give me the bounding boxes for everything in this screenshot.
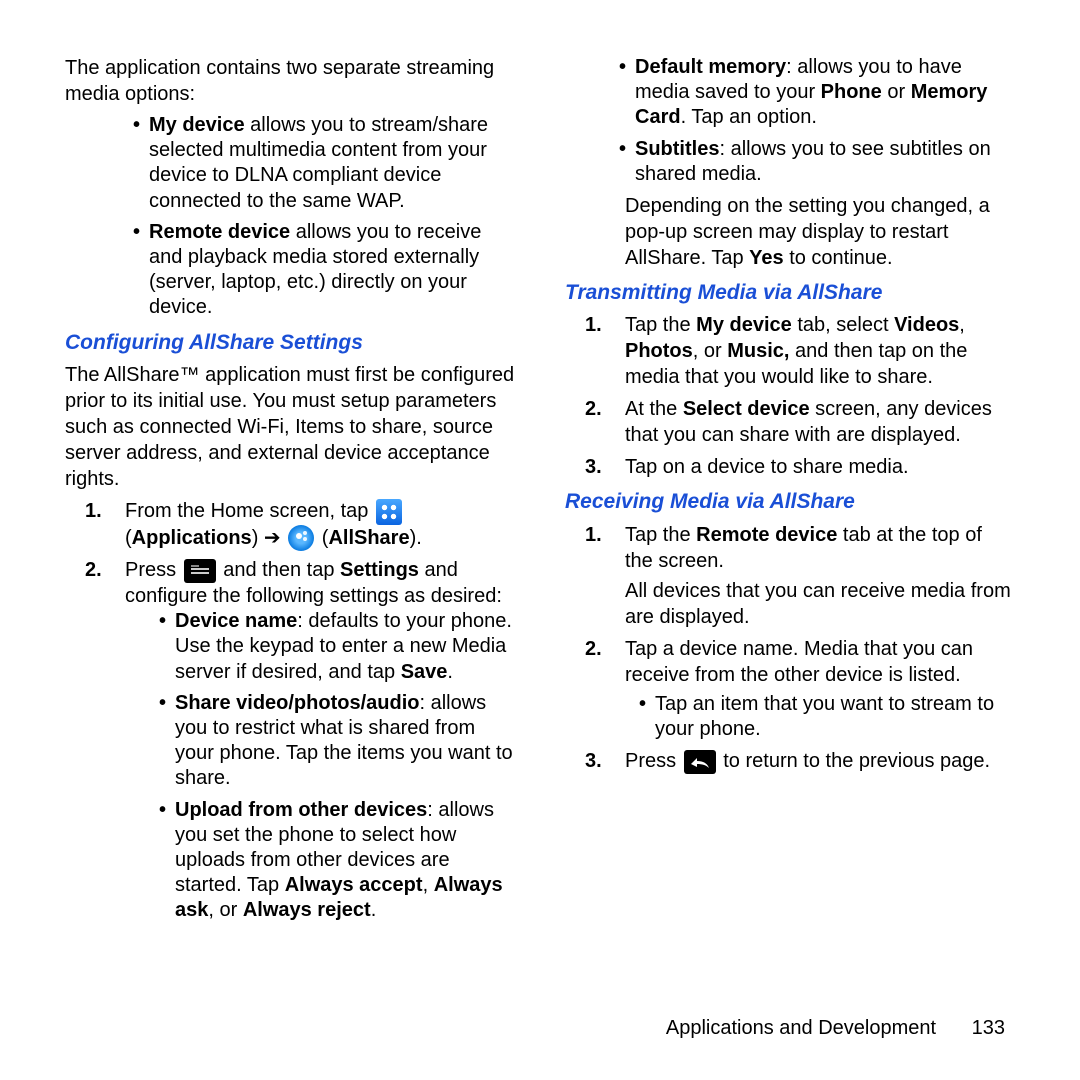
list-item: Device name: defaults to your phone. Use… — [161, 609, 515, 685]
settings-list-cont: Default memory: allows you to have media… — [565, 55, 1015, 187]
step-3: 3.Press to return to the previous page. — [585, 748, 1015, 774]
streaming-options-list: My device allows you to stream/share sel… — [65, 113, 515, 321]
applications-icon — [376, 499, 402, 525]
step-3: 3.Tap on a device to share media. — [585, 454, 1015, 480]
receiving-steps: 1.Tap the Remote device tab at the top o… — [565, 522, 1015, 774]
list-item: Tap an item that you want to stream to y… — [641, 692, 1015, 742]
left-column: The application contains two separate st… — [65, 55, 515, 929]
list-item: Subtitles: allows you to see subtitles o… — [621, 137, 1015, 187]
list-item: Share video/photos/audio: allows you to … — [161, 691, 515, 792]
list-item: Remote device allows you to receive and … — [135, 220, 515, 321]
step-1-note: All devices that you can receive media f… — [625, 578, 1015, 630]
menu-icon — [184, 559, 216, 583]
page-number: 133 — [972, 1017, 1005, 1039]
step-1: 1.Tap the My device tab, select Videos, … — [585, 312, 1015, 390]
step-1: 1. From the Home screen, tap (Applicatio… — [85, 498, 515, 551]
back-icon — [684, 750, 716, 774]
list-item: Default memory: allows you to have media… — [621, 55, 1015, 131]
restart-note: Depending on the setting you changed, a … — [565, 193, 1015, 271]
right-column: Default memory: allows you to have media… — [565, 55, 1015, 929]
sub-list: Tap an item that you want to stream to y… — [625, 692, 1015, 742]
config-steps: 1. From the Home screen, tap (Applicatio… — [65, 498, 515, 924]
list-item: Upload from other devices: allows you se… — [161, 798, 515, 924]
step-2: 2.Tap a device name. Media that you can … — [585, 636, 1015, 742]
heading-receiving: Receiving Media via AllShare — [565, 488, 1015, 515]
list-item: My device allows you to stream/share sel… — [135, 113, 515, 214]
config-intro: The AllShare™ application must first be … — [65, 362, 515, 492]
heading-transmitting: Transmitting Media via AllShare — [565, 279, 1015, 306]
step-2: 2. Press and then tap Settings and confi… — [85, 557, 515, 923]
allshare-icon — [288, 525, 314, 551]
footer-section: Applications and Development — [666, 1017, 936, 1039]
page-footer: Applications and Development 133 — [666, 1017, 1005, 1040]
settings-list: Device name: defaults to your phone. Use… — [125, 609, 515, 923]
step-1: 1.Tap the Remote device tab at the top o… — [585, 522, 1015, 630]
step-2: 2.At the Select device screen, any devic… — [585, 396, 1015, 448]
transmitting-steps: 1.Tap the My device tab, select Videos, … — [565, 312, 1015, 480]
intro-text: The application contains two separate st… — [65, 55, 515, 107]
heading-configuring: Configuring AllShare Settings — [65, 329, 515, 356]
